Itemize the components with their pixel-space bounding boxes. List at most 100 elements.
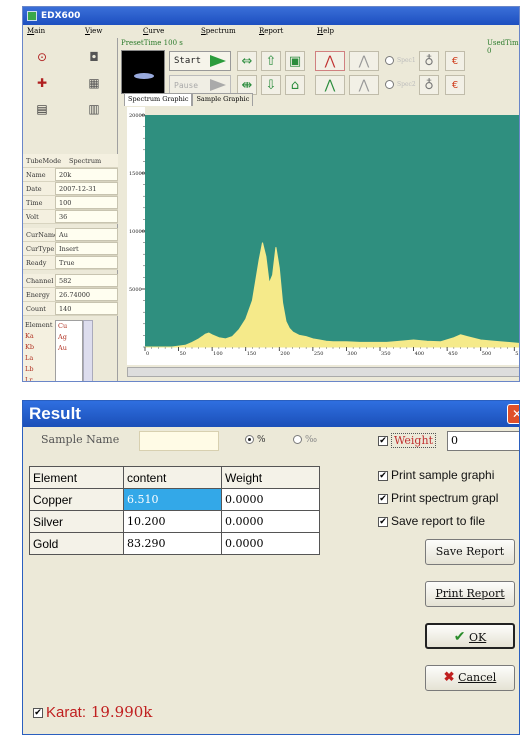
sample-icon[interactable]: ✚ (31, 74, 53, 92)
export-icon[interactable]: € (445, 51, 465, 71)
preset-time-value: 100 s (163, 39, 183, 47)
checkbox[interactable]: ✔ (378, 493, 388, 504)
calculator-icon[interactable]: ▤ (31, 100, 53, 118)
print-spectrum-checkbox[interactable]: ✔ Print spectrum grapl (378, 491, 498, 505)
unit-percent-radio[interactable]: % (245, 435, 266, 445)
checkbox[interactable]: ✔ (33, 708, 43, 718)
arrow-up-icon[interactable]: ⇧ (261, 51, 281, 71)
menubar: Main View Curve Spectrum Report Help (23, 25, 519, 38)
info-label: CurName (23, 228, 58, 241)
grid-icon[interactable]: ▣ (285, 51, 305, 71)
sample-name-input[interactable] (139, 431, 219, 451)
chart-icon[interactable]: ▦ (83, 74, 105, 92)
weight-input[interactable]: 0 (447, 431, 519, 451)
camera-preview (121, 50, 165, 94)
x-tick-label: 150 (247, 351, 257, 357)
info-value: 20k (55, 168, 118, 181)
print-spectrum-label: Print spectrum grapl (391, 491, 499, 505)
x-tick-label: 300 (347, 351, 357, 357)
left-panel: ⊙ ◘ ✚ ▦ ▤ ▥ TubeMode Spectrum Name 20k Da… (23, 38, 118, 382)
spectrum-chart: 20000 15000 10000 5000 0 50 100 150 200 250 300 350… (127, 107, 519, 365)
y-tick-label: 20000 (129, 113, 145, 119)
weight-cell[interactable]: 0.0000 (221, 510, 320, 533)
x-tick-label: 200 (280, 351, 290, 357)
result-dialog: Result ✕ Sample Name % ‰ ✔Weight 0 Eleme… (22, 400, 520, 735)
unit-permille-radio[interactable]: ‰ (293, 435, 317, 445)
menu-help[interactable]: Help (313, 25, 371, 38)
weight-checkbox[interactable]: ✔ Weight (378, 433, 436, 448)
print-report-button[interactable]: Print Report (425, 581, 515, 607)
close-icon[interactable]: ✕ (507, 404, 519, 424)
chart-scrollbar[interactable] (127, 367, 519, 377)
power-icon[interactable]: ⊙ (31, 48, 53, 66)
move-horizontal-icon[interactable]: ⇔ (237, 51, 257, 71)
menu-view[interactable]: View (81, 25, 139, 38)
menu-main[interactable]: Main (23, 25, 81, 38)
info-label: Volt (23, 210, 55, 223)
shrink-horizontal-icon[interactable]: ⇼ (237, 75, 257, 95)
tab-sample-graphic[interactable]: Sample Graphic (192, 93, 254, 106)
tab-spectrum-graphic[interactable]: Spectrum Graphic (124, 93, 193, 106)
menu-report[interactable]: Report (255, 25, 313, 38)
checkbox[interactable]: ✔ (378, 436, 388, 446)
used-time-value: 0 (487, 47, 492, 55)
arrow-down-icon[interactable]: ⇩ (261, 75, 281, 95)
info-label: Name (23, 168, 55, 181)
save-to-file-label: Save report to file (391, 514, 486, 528)
spec1-radio[interactable]: Spec1 (385, 56, 416, 65)
checkbox[interactable]: ✔ (378, 470, 388, 481)
table-row[interactable]: Gold 83.290 0.0000 (29, 532, 320, 555)
app-title: EDX600 (41, 11, 81, 21)
table-row[interactable]: Silver 10.200 0.0000 (29, 510, 320, 533)
karat-label: Karat: (46, 704, 87, 721)
print-sample-checkbox[interactable]: ✔ Print sample graphi (378, 468, 494, 482)
element-panel: Element Ka Kb La Lb Lr Cu Ag Au (23, 320, 118, 382)
spec1-label: Spec1 (397, 57, 416, 64)
info-value: 100 (55, 196, 118, 209)
open-icon[interactable]: ◘ (83, 48, 105, 66)
checkbox[interactable]: ✔ (378, 516, 388, 527)
lock-icon[interactable]: ⌂ (285, 75, 305, 95)
x-tick-label: 500 (482, 351, 492, 357)
pause-label: Pause (174, 81, 199, 90)
element-scrollbar[interactable] (83, 320, 93, 381)
pause-button[interactable]: Pause (169, 75, 231, 95)
weight-cell[interactable]: 0.0000 (221, 488, 320, 511)
karat-checkbox[interactable]: ✔ Karat: 19.990k (33, 703, 152, 721)
export2-icon[interactable]: € (445, 75, 465, 95)
ok-button[interactable]: ✔ OK (425, 623, 515, 649)
info-label: Date (23, 182, 55, 195)
save-to-file-checkbox[interactable]: ✔ Save report to file (378, 514, 485, 528)
info-label: Energy (23, 288, 55, 301)
menu-spectrum[interactable]: Spectrum (197, 25, 255, 38)
header-content: content (123, 466, 222, 489)
start-button[interactable]: Start (169, 51, 231, 71)
spec2-radio[interactable]: Spec2 (385, 80, 416, 89)
spectrum-compare-icon[interactable]: ⋀ (349, 51, 379, 71)
element-listbox[interactable]: Cu Ag Au (55, 320, 83, 381)
tool-down-icon[interactable]: ♁ (419, 75, 439, 95)
table-row[interactable]: Copper 6.510 0.0000 (29, 488, 320, 511)
cancel-button[interactable]: ✖ Cancel (425, 665, 515, 691)
content-cell[interactable]: 6.510 (123, 488, 222, 511)
save-report-button[interactable]: Save Report (425, 539, 515, 565)
check-icon: ✔ (453, 629, 466, 645)
list-item[interactable]: Cu (58, 321, 82, 332)
spectrum-green-icon[interactable]: ⋀ (315, 75, 345, 95)
line-label: Lr (25, 376, 33, 382)
element-cell: Silver (29, 510, 124, 533)
list-item[interactable]: Au (58, 343, 82, 354)
weight-cell[interactable]: 0.0000 (221, 532, 320, 555)
y-tick-label: 15000 (129, 171, 145, 177)
info-value: Insert (55, 242, 118, 255)
used-time-label: UsedTime (487, 39, 520, 47)
menu-curve[interactable]: Curve (139, 25, 197, 38)
content-cell[interactable]: 83.290 (123, 532, 222, 555)
spectrum-gray-icon[interactable]: ⋀ (349, 75, 379, 95)
content-cell[interactable]: 10.200 (123, 510, 222, 533)
result-table: Element content Weight Copper 6.510 0.00… (29, 466, 320, 555)
spectrum-view-icon[interactable]: ⋀ (315, 51, 345, 71)
report-icon[interactable]: ▥ (83, 100, 105, 118)
list-item[interactable]: Ag (58, 332, 82, 343)
tool-up-icon[interactable]: ♁ (419, 51, 439, 71)
